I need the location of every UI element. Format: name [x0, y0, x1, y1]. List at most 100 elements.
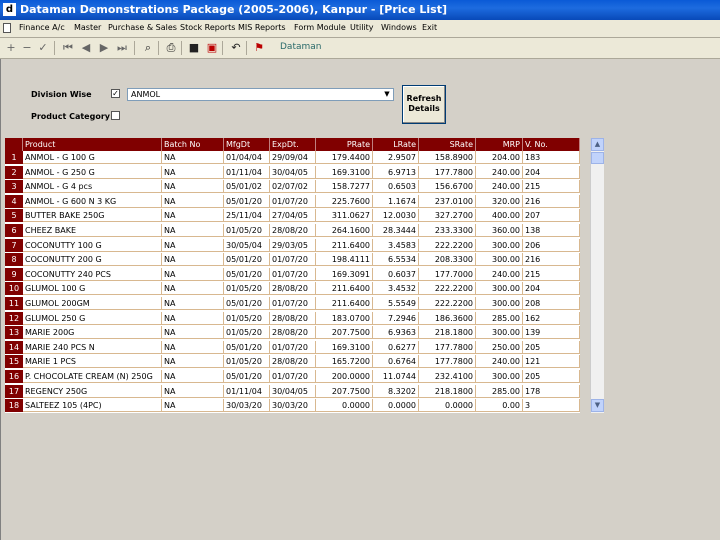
table-cell: 30/05/04 — [224, 238, 270, 252]
row-number[interactable]: 16 — [5, 370, 23, 383]
table-row[interactable]: 13 MARIE 200G NA 01/05/20 28/08/20 207.7500 6.… — [5, 326, 580, 340]
chevron-down-icon[interactable]: ▼ — [382, 90, 392, 99]
table-row[interactable]: 11 GLUMOL 200GM NA 05/01/20 01/07/20 211.6400… — [5, 297, 580, 310]
save-icon[interactable]: ■ — [186, 40, 202, 56]
remove-icon[interactable]: − — [19, 40, 35, 56]
exit-icon[interactable]: ⚑ — [251, 40, 267, 56]
row-number[interactable]: 6 — [5, 224, 23, 237]
scroll-thumb[interactable] — [591, 152, 604, 164]
column-header[interactable]: MRP — [476, 138, 523, 151]
scroll-down-icon[interactable]: ▼ — [591, 399, 604, 412]
division-wise-checkbox[interactable]: ✓ — [111, 89, 120, 98]
column-header[interactable]: Batch No — [162, 138, 224, 151]
print-icon[interactable]: ⎙ — [163, 40, 179, 56]
previous-record-icon[interactable]: ◀ — [78, 40, 94, 56]
table-row[interactable]: 6 CHEEZ BAKE NA 01/05/20 28/08/20 264.1600 28.… — [5, 224, 580, 237]
table-cell: 0.0000 — [316, 399, 373, 413]
row-number[interactable]: 5 — [5, 209, 23, 223]
first-record-icon[interactable]: ⏮ — [60, 40, 76, 56]
table-cell: 205 — [523, 370, 580, 383]
table-cell: 28/08/20 — [270, 224, 316, 237]
row-number[interactable]: 12 — [5, 311, 23, 325]
table-cell: 05/01/02 — [224, 180, 270, 194]
menu-item-form-module[interactable]: Form Module — [294, 23, 346, 32]
table-row[interactable]: 1 ANMOL - G 100 G NA 01/04/04 29/09/04 179.44… — [5, 151, 580, 164]
column-header[interactable]: PRate — [316, 138, 373, 151]
menu-item-master[interactable]: Master — [74, 23, 101, 32]
column-header[interactable]: MfgDt — [224, 138, 270, 151]
scroll-up-icon[interactable]: ▲ — [591, 138, 604, 151]
table-row[interactable]: 18 SALTEEZ 105 (4PC) NA 30/03/20 30/03/20 0.0… — [5, 399, 580, 413]
grid-vertical-scrollbar[interactable]: ▲ ▼ — [590, 138, 604, 413]
row-number[interactable]: 15 — [5, 355, 23, 369]
menu-item-utility[interactable]: Utility — [350, 23, 374, 32]
last-record-icon[interactable]: ⏭ — [114, 40, 130, 56]
table-cell: 211.6400 — [316, 238, 373, 252]
table-row[interactable]: 17 REGENCY 250G NA 01/11/04 30/04/05 207.7500… — [5, 384, 580, 398]
table-row[interactable]: 12 GLUMOL 250 G NA 01/05/20 28/08/20 183.0700… — [5, 311, 580, 325]
table-row[interactable]: 2 ANMOL - G 250 G NA 01/11/04 30/04/05 169.31… — [5, 165, 580, 179]
table-cell: 28/08/20 — [270, 326, 316, 340]
table-cell: 01/07/20 — [270, 267, 316, 281]
next-record-icon[interactable]: ▶ — [96, 40, 112, 56]
table-cell: 204 — [523, 282, 580, 296]
row-number[interactable]: 2 — [5, 165, 23, 179]
table-row[interactable]: 7 COCONUTTY 100 G NA 30/05/04 29/03/05 211.64… — [5, 238, 580, 252]
table-cell: ANMOL - G 600 N 3 KG — [23, 194, 162, 208]
menu-item-mis-reports[interactable]: MIS Reports — [238, 23, 286, 32]
table-cell: 02/07/02 — [270, 180, 316, 194]
check-icon[interactable]: ✓ — [35, 40, 51, 56]
add-icon[interactable]: + — [3, 40, 19, 56]
table-cell: 01/07/20 — [270, 253, 316, 267]
table-row[interactable]: 8 COCONUTTY 200 G NA 05/01/20 01/07/20 198.41… — [5, 253, 580, 267]
table-row[interactable]: 14 MARIE 240 PCS N NA 05/01/20 01/07/20 169.3… — [5, 340, 580, 354]
table-row[interactable]: 4 ANMOL - G 600 N 3 KG NA 05/01/20 01/07/20 2… — [5, 194, 580, 208]
product-category-checkbox[interactable] — [111, 111, 120, 120]
table-cell: 5.5549 — [373, 297, 419, 310]
table-cell: 200.0000 — [316, 370, 373, 383]
table-cell: 05/01/20 — [224, 340, 270, 354]
table-cell: 27/04/05 — [270, 209, 316, 223]
table-cell: MARIE 1 PCS — [23, 355, 162, 369]
column-header[interactable]: Product — [23, 138, 162, 151]
table-cell: NA — [162, 194, 224, 208]
table-row[interactable]: 15 MARIE 1 PCS NA 01/05/20 28/08/20 165.7200 0… — [5, 355, 580, 369]
menu-item-finance-a-c[interactable]: Finance A/c — [19, 23, 65, 32]
division-select[interactable]: ANMOL ▼ — [127, 88, 394, 101]
row-number[interactable]: 3 — [5, 180, 23, 194]
undo-icon[interactable]: ↶ — [228, 40, 244, 56]
column-header[interactable]: ExpDt. — [270, 138, 316, 151]
row-number[interactable]: 14 — [5, 340, 23, 354]
table-cell: 198.4111 — [316, 253, 373, 267]
table-row[interactable]: 9 COCONUTTY 240 PCS NA 05/01/20 01/07/20 169.… — [5, 267, 580, 281]
row-number[interactable]: 1 — [5, 151, 23, 164]
row-number[interactable]: 11 — [5, 297, 23, 310]
refresh-details-button[interactable]: Refresh Details — [402, 85, 446, 124]
row-number[interactable]: 13 — [5, 326, 23, 340]
app-icon: d — [3, 3, 16, 16]
document-icon[interactable] — [3, 23, 11, 33]
column-header[interactable]: LRate — [373, 138, 419, 151]
row-number[interactable]: 17 — [5, 384, 23, 398]
table-row[interactable]: 3 ANMOL - G 4 pcs NA 05/01/02 02/07/02 158.72… — [5, 180, 580, 194]
menu-item-stock-reports[interactable]: Stock Reports — [180, 23, 235, 32]
table-cell: 30/04/05 — [270, 165, 316, 179]
menu-item-purchase-sales[interactable]: Purchase & Sales — [108, 23, 177, 32]
row-number[interactable]: 18 — [5, 399, 23, 413]
table-row[interactable]: 10 GLUMOL 100 G NA 01/05/20 28/08/20 211.6400… — [5, 282, 580, 296]
column-header[interactable]: SRate — [419, 138, 476, 151]
row-number[interactable]: 9 — [5, 267, 23, 281]
table-cell: 05/01/20 — [224, 253, 270, 267]
table-cell: 05/01/20 — [224, 297, 270, 310]
row-number[interactable]: 4 — [5, 194, 23, 208]
table-row[interactable]: 5 BUTTER BAKE 250G NA 25/11/04 27/04/05 311.0… — [5, 209, 580, 223]
row-number[interactable]: 8 — [5, 253, 23, 267]
table-row[interactable]: 16 P. CHOCOLATE CREAM (N) 250G NA 05/01/20 0… — [5, 370, 580, 383]
row-number[interactable]: 7 — [5, 238, 23, 252]
column-header[interactable]: V. No. — [523, 138, 580, 151]
find-icon[interactable]: ⌕ — [140, 40, 156, 56]
menu-item-exit[interactable]: Exit — [422, 23, 437, 32]
menu-item-windows[interactable]: Windows — [381, 23, 417, 32]
delete-icon[interactable]: ▣ — [204, 40, 220, 56]
row-number[interactable]: 10 — [5, 282, 23, 296]
